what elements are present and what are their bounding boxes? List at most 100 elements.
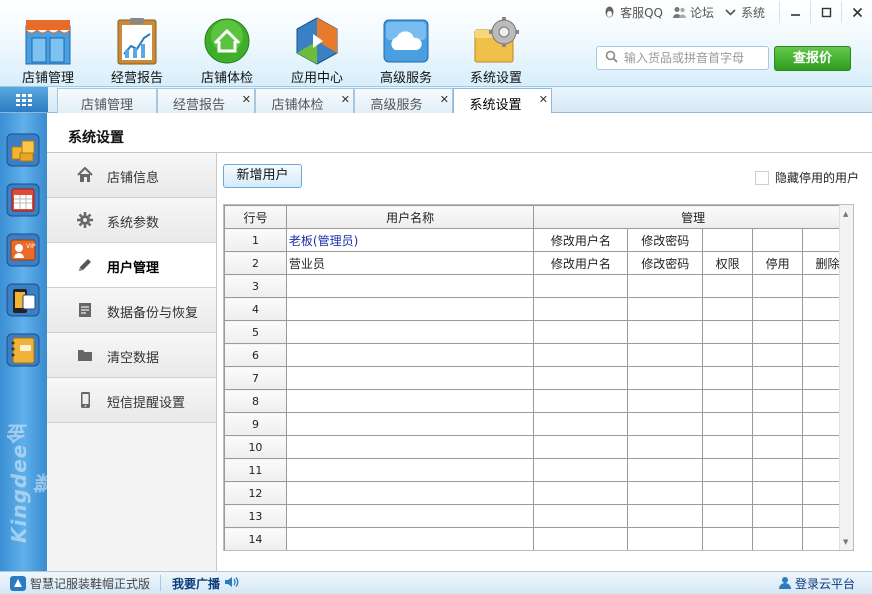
username-cell[interactable]	[285, 435, 535, 459]
table-row[interactable]: 1 老板(管理员) 修改用户名 修改密码	[224, 228, 853, 252]
inventory-boxes-icon[interactable]	[6, 133, 40, 167]
table-row[interactable]: 11	[224, 458, 853, 482]
close-button[interactable]	[841, 1, 872, 23]
username-cell[interactable]	[285, 481, 535, 505]
maximize-button[interactable]	[810, 1, 841, 23]
table-row[interactable]: 10	[224, 435, 853, 459]
username-cell[interactable]	[285, 320, 535, 344]
menu-label: 系统参数	[107, 216, 160, 231]
search-input[interactable]	[624, 51, 764, 65]
customer-service-qq-link[interactable]: 客服QQ	[603, 4, 663, 21]
username-cell[interactable]	[285, 527, 535, 550]
user-icon	[778, 576, 791, 592]
menu-item-store-info[interactable]: 店铺信息	[47, 153, 216, 198]
top-toolbar: 店铺管理 经营报告 店铺体检 应用中心 高级服务 系统设置 客服QQ 论坛 系统…	[0, 0, 872, 87]
kingdee-brand-logo: Kingdee金蝶	[7, 422, 60, 544]
nav-label: 应用中心	[290, 71, 343, 86]
empty-manage-cell	[533, 435, 629, 459]
rename-user-link[interactable]: 修改用户名	[533, 251, 629, 275]
nav-store-management[interactable]: 店铺管理	[8, 12, 88, 86]
table-row[interactable]: 14	[224, 527, 853, 550]
tab-close-icon[interactable]: ✕	[341, 93, 350, 106]
table-row[interactable]: 12	[224, 481, 853, 505]
cloud-service-icon	[382, 16, 430, 66]
tab-store-checkup[interactable]: 店铺体检 ✕	[255, 88, 354, 113]
calendar-icon[interactable]	[6, 183, 40, 217]
nav-system-settings[interactable]: 系统设置	[456, 12, 536, 86]
system-settings-gear-icon	[472, 16, 520, 66]
username-cell[interactable]	[285, 504, 535, 528]
tab-business-report[interactable]: 经营报告 ✕	[157, 88, 255, 113]
rename-user-link[interactable]: 修改用户名	[533, 228, 629, 252]
table-row[interactable]: 7	[224, 366, 853, 390]
mobile-phone-icon[interactable]	[6, 283, 40, 317]
menu-item-system-params[interactable]: 系统参数	[47, 198, 216, 243]
col-header-row-no: 行号	[224, 205, 287, 229]
nav-store-checkup[interactable]: 店铺体检	[187, 12, 267, 86]
permissions-link[interactable]: 权限	[702, 251, 754, 275]
empty-manage-cell	[627, 343, 704, 367]
username-cell[interactable]	[285, 389, 535, 413]
table-row[interactable]: 3	[224, 274, 853, 298]
folder-icon	[77, 347, 93, 363]
vip-member-card-icon[interactable]: VIP	[6, 233, 40, 267]
tab-premium-service[interactable]: 高级服务 ✕	[354, 88, 453, 113]
tab-system-settings[interactable]: 系统设置 ✕	[453, 88, 552, 114]
empty-manage-cell	[533, 527, 629, 550]
table-row[interactable]: 5	[224, 320, 853, 344]
table-row[interactable]: 4	[224, 297, 853, 321]
add-user-button[interactable]: 新增用户	[223, 164, 302, 188]
empty-manage-cell	[752, 320, 804, 344]
scroll-down-arrow-icon[interactable]: ▼	[843, 538, 848, 546]
checkbox-box[interactable]	[755, 170, 769, 185]
username-cell[interactable]	[285, 297, 535, 321]
minimize-button[interactable]	[779, 1, 810, 23]
username-cell[interactable]	[285, 366, 535, 390]
broadcast-button[interactable]: 我要广播	[172, 575, 239, 592]
table-row[interactable]: 2 营业员 修改用户名 修改密码 权限 停用 删除	[224, 251, 853, 275]
empty-manage-cell	[533, 297, 629, 321]
phone-icon	[77, 392, 93, 408]
nav-premium-service[interactable]: 高级服务	[366, 12, 446, 86]
empty-manage-cell	[752, 274, 804, 298]
table-row[interactable]: 9	[224, 412, 853, 436]
table-row[interactable]: 8	[224, 389, 853, 413]
tab-close-icon[interactable]: ✕	[440, 93, 449, 106]
nav-app-center[interactable]: 应用中心	[277, 12, 357, 86]
username-cell[interactable]	[285, 274, 535, 298]
username-cell[interactable]: 老板(管理员)	[285, 228, 535, 252]
tab-store-management[interactable]: 店铺管理	[57, 88, 157, 113]
disable-user-link[interactable]: 停用	[752, 251, 804, 275]
menu-item-clear-data[interactable]: 清空数据	[47, 333, 216, 378]
menu-item-sms-reminder[interactable]: 短信提醒设置	[47, 378, 216, 423]
table-row[interactable]: 6	[224, 343, 853, 367]
username-cell[interactable]	[285, 343, 535, 367]
forum-link[interactable]: 论坛	[672, 4, 714, 21]
check-price-button[interactable]: 查报价	[774, 46, 851, 71]
change-password-link[interactable]: 修改密码	[627, 251, 704, 275]
nav-business-report[interactable]: 经营报告	[97, 12, 177, 86]
address-book-icon[interactable]	[6, 333, 40, 367]
tab-bar: 店铺管理 经营报告 ✕ 店铺体检 ✕ 高级服务 ✕ 系统设置 ✕	[0, 87, 872, 114]
row-number-cell: 2	[224, 251, 287, 275]
cloud-login-button[interactable]: 登录云平台	[778, 575, 855, 592]
nav-label: 店铺管理	[21, 71, 74, 86]
scroll-up-arrow-icon[interactable]: ▲	[843, 210, 848, 218]
empty-manage-cell	[702, 458, 754, 482]
username-cell[interactable]: 营业员	[285, 251, 535, 275]
username-cell[interactable]	[285, 412, 535, 436]
table-row[interactable]: 13	[224, 504, 853, 528]
change-password-link[interactable]: 修改密码	[627, 228, 704, 252]
system-menu-link[interactable]: 系统	[724, 4, 765, 21]
app-grid-button[interactable]	[0, 87, 48, 112]
empty-manage-cell	[702, 343, 754, 367]
menu-item-data-backup[interactable]: 数据备份与恢复	[47, 288, 216, 333]
tab-close-icon[interactable]: ✕	[242, 93, 251, 106]
username-cell[interactable]	[285, 458, 535, 482]
tab-close-icon[interactable]: ✕	[539, 93, 548, 106]
checkbox-label: 隐藏停用的用户	[775, 171, 860, 185]
menu-item-user-management[interactable]: 用户管理	[47, 243, 216, 288]
vertical-scrollbar[interactable]: ▲ ▼	[839, 205, 853, 550]
col-header-manage: 管理	[533, 205, 853, 229]
hide-disabled-users-checkbox[interactable]: 隐藏停用的用户	[755, 169, 859, 186]
